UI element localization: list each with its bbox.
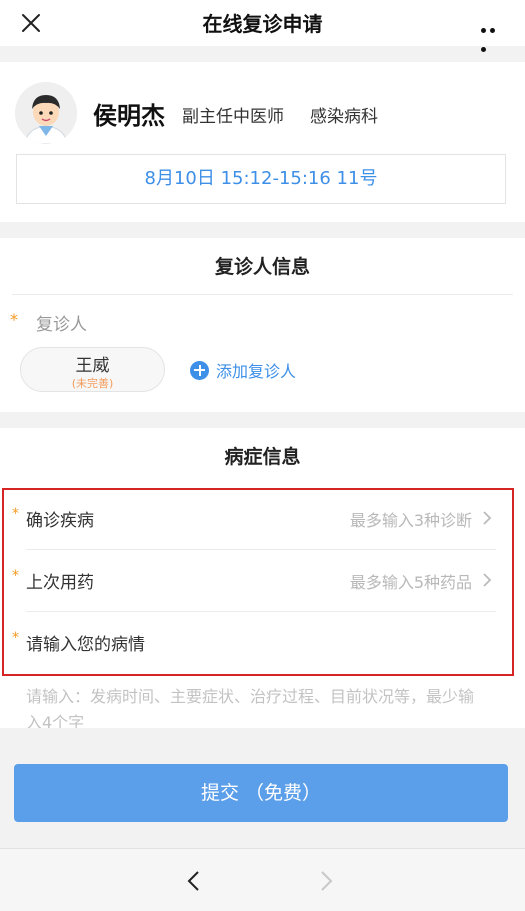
patient-section-title: 复诊人信息 (214, 256, 310, 278)
diagnosis-hint: 最多输入3种诊断 (349, 511, 472, 530)
last-medication-hint: 最多输入5种药品 (349, 573, 472, 592)
condition-row: * 请输入您的病情 (12, 612, 496, 674)
doctor-name: 侯明杰 (93, 102, 165, 130)
symptom-section-title: 病症信息 (224, 446, 301, 468)
required-mark: * (12, 568, 19, 584)
back-arrow-icon[interactable] (183, 869, 205, 893)
patient-section: 复诊人信息 * 复诊人 王威 (未完善) 添加复诊人 (0, 238, 525, 412)
chevron-right-icon (483, 573, 492, 587)
doctor-avatar-icon (15, 82, 77, 144)
divider (12, 294, 513, 295)
last-medication-label: 上次用药 (26, 573, 94, 593)
doctor-avatar (15, 82, 77, 144)
title-bar: 在线复诊申请 (0, 0, 525, 52)
forward-arrow-icon[interactable] (315, 869, 337, 893)
patient-field-label: 复诊人 (36, 315, 87, 335)
condition-textarea[interactable]: 请输入：发病时间、主要症状、治疗过程、目前状况等，最少输入4个字 (26, 684, 486, 728)
submit-button[interactable]: 提交 （免费） (14, 764, 508, 822)
last-medication-row[interactable]: * 上次用药 最多输入5种药品 (12, 550, 496, 612)
patient-chip-status: (未完善) (71, 377, 114, 390)
plus-circle-icon (190, 360, 209, 380)
page-title: 在线复诊申请 (202, 12, 323, 36)
required-mark: * (12, 630, 19, 646)
appointment-slot: 8月10日 15:12-15:16 11号 (16, 154, 506, 204)
symptom-section: 病症信息 * 确诊疾病 最多输入3种诊断 * 上次用药 最多输入5种药品 * 请… (0, 428, 525, 728)
bottom-nav (0, 848, 525, 911)
add-patient-label: 添加复诊人 (216, 362, 297, 381)
add-patient-button[interactable]: 添加复诊人 (190, 358, 296, 382)
diagnosis-label: 确诊疾病 (26, 511, 94, 531)
doctor-title: 副主任中医师 (182, 107, 284, 127)
patient-chip-name: 王威 (75, 356, 110, 376)
patient-chip[interactable]: 王威 (未完善) (20, 347, 165, 392)
diagnosis-row[interactable]: * 确诊疾病 最多输入3种诊断 (12, 488, 496, 550)
required-mark: * (10, 310, 18, 329)
chevron-right-icon (483, 511, 492, 525)
required-mark: * (12, 506, 19, 522)
condition-label: 请输入您的病情 (26, 635, 145, 655)
more-icon[interactable] (481, 18, 507, 52)
doctor-department: 感染病科 (310, 107, 378, 127)
doctor-card: 侯明杰 副主任中医师 感染病科 8月10日 15:12-15:16 11号 (0, 62, 525, 222)
